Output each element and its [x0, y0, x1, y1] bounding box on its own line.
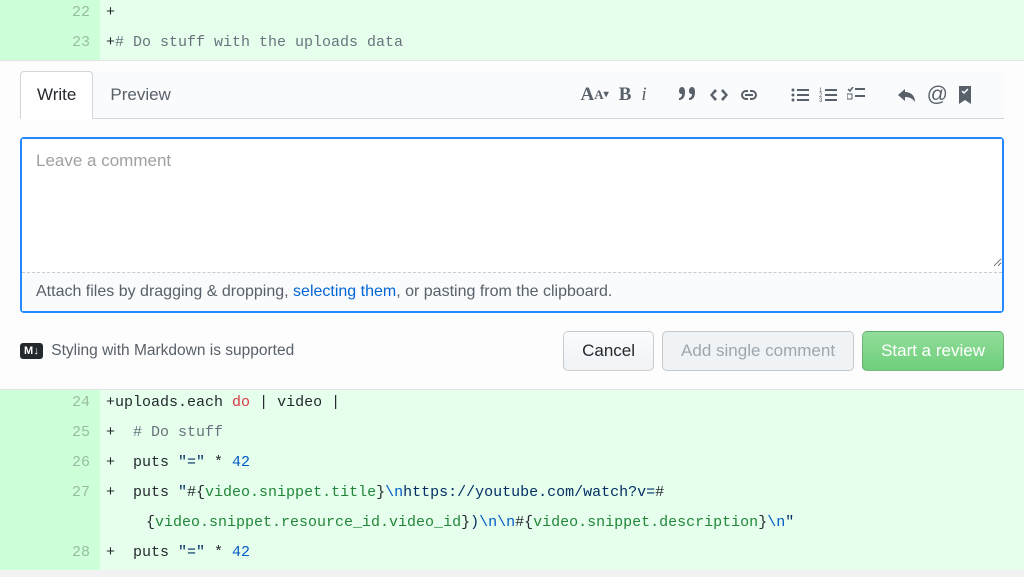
line-number: 24	[50, 390, 100, 420]
markdown-icon: M↓	[20, 343, 43, 359]
reply-icon[interactable]	[897, 87, 917, 103]
diff-row: {video.snippet.resource_id.video_id})\n\…	[0, 510, 1024, 540]
line-content: +	[100, 0, 1024, 30]
inline-comment-form: Write Preview AA▾ B i	[0, 60, 1024, 390]
comment-footer: M↓ Styling with Markdown is supported Ca…	[20, 331, 1004, 379]
diff-table-bottom: 24+uploads.each do | video |25+ # Do stu…	[0, 390, 1024, 570]
line-content: +# Do stuff with the uploads data	[100, 30, 1024, 60]
line-content: + puts "=" * 42	[100, 450, 1024, 480]
link-icon[interactable]	[739, 87, 759, 103]
svg-text:3: 3	[819, 98, 823, 103]
diff-row: 26+ puts "=" * 42	[0, 450, 1024, 480]
line-content: {video.snippet.resource_id.video_id})\n\…	[100, 510, 1024, 540]
line-number: 22	[50, 0, 100, 30]
add-single-comment-button[interactable]: Add single comment	[662, 331, 854, 371]
line-content: +uploads.each do | video |	[100, 390, 1024, 420]
code-icon[interactable]	[709, 87, 729, 103]
textarea-wrapper: Attach files by dragging & dropping, sel…	[20, 137, 1004, 313]
saved-reply-icon[interactable]	[958, 86, 972, 104]
line-number: 25	[50, 420, 100, 450]
attach-hint: Attach files by dragging & dropping, sel…	[22, 272, 1002, 311]
diff-row: 22 +	[0, 0, 1024, 30]
ol-icon[interactable]: 123	[819, 87, 837, 103]
comment-textarea[interactable]	[22, 139, 1002, 267]
diff-row: 28+ puts "=" * 42	[0, 540, 1024, 570]
quote-icon[interactable]	[679, 87, 699, 103]
formatting-toolbar: AA▾ B i	[567, 83, 1004, 107]
ul-icon[interactable]	[791, 87, 809, 103]
select-files-link[interactable]: selecting them	[293, 283, 396, 300]
heading-icon[interactable]: AA▾	[581, 84, 609, 106]
tasklist-icon[interactable]	[847, 87, 865, 103]
diff-row: 24+uploads.each do | video |	[0, 390, 1024, 420]
markdown-hint-text: Styling with Markdown is supported	[51, 342, 294, 360]
diff-table-top: 22 + 23 +# Do stuff with the uploads dat…	[0, 0, 1024, 60]
markdown-hint: M↓ Styling with Markdown is supported	[20, 342, 294, 360]
line-number: 23	[50, 30, 100, 60]
line-content: + # Do stuff	[100, 420, 1024, 450]
bold-icon[interactable]: B	[619, 84, 632, 106]
line-number: 27	[50, 480, 100, 510]
italic-icon[interactable]: i	[641, 84, 646, 106]
start-review-button[interactable]: Start a review	[862, 331, 1004, 371]
comment-tab-header: Write Preview AA▾ B i	[20, 71, 1004, 119]
cancel-button[interactable]: Cancel	[563, 331, 654, 371]
line-content: + puts "=" * 42	[100, 540, 1024, 570]
line-content: + puts "#{video.snippet.title}\nhttps://…	[100, 480, 1024, 510]
diff-row: 27+ puts "#{video.snippet.title}\nhttps:…	[0, 480, 1024, 510]
mention-icon[interactable]: @	[927, 83, 948, 107]
diff-row: 23 +# Do stuff with the uploads data	[0, 30, 1024, 60]
line-number: 26	[50, 450, 100, 480]
diff-row: 25+ # Do stuff	[0, 420, 1024, 450]
tab-write[interactable]: Write	[20, 71, 93, 119]
line-number: 28	[50, 540, 100, 570]
tab-preview[interactable]: Preview	[93, 71, 187, 118]
